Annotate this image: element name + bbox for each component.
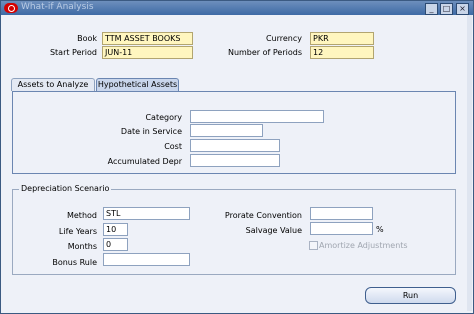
months-field[interactable]: 0: [103, 238, 128, 251]
accumulated-depr-label: Accumulated Depr: [107, 157, 182, 166]
currency-label: Currency: [265, 34, 302, 43]
life-years-label: Life Years: [58, 227, 97, 236]
accumulated-depr-field[interactable]: [190, 154, 280, 167]
prorate-convention-field[interactable]: [310, 207, 373, 220]
window-scrollbar[interactable]: [467, 15, 472, 311]
title-bar: What-if Analysis _ □ ×: [1, 1, 473, 15]
months-label: Months: [67, 242, 97, 251]
start-period-field[interactable]: JUN-11: [102, 46, 193, 59]
salvage-value-label: Salvage Value: [245, 226, 302, 235]
tab-assets-to-analyze[interactable]: Assets to Analyze: [11, 78, 95, 91]
date-in-service-field[interactable]: [190, 124, 263, 137]
bonus-rule-label: Bonus Rule: [52, 258, 97, 267]
date-in-service-label: Date in Service: [120, 127, 182, 136]
book-field[interactable]: TTM ASSET BOOKS: [102, 32, 193, 45]
prorate-convention-label: Prorate Convention: [224, 211, 302, 220]
amortize-adjustments-label: Amortize Adjustments: [319, 241, 408, 250]
amortize-adjustments-checkbox[interactable]: [309, 241, 318, 250]
book-label: Book: [77, 34, 97, 43]
number-of-periods-label: Number of Periods: [227, 48, 302, 57]
tab-hypothetical-assets[interactable]: Hypothetical Assets: [96, 78, 179, 91]
bonus-rule-field[interactable]: [103, 253, 190, 266]
close-button[interactable]: ×: [456, 3, 469, 15]
percent-sign: %: [376, 225, 384, 234]
life-years-field[interactable]: 10: [103, 223, 128, 236]
category-field[interactable]: [190, 110, 324, 123]
start-period-label: Start Period: [49, 48, 97, 57]
minimize-button[interactable]: _: [425, 3, 438, 15]
what-if-analysis-window: What-if Analysis _ □ × Book TTM ASSET BO…: [0, 0, 474, 314]
method-label: Method: [66, 211, 97, 220]
cost-label: Cost: [164, 142, 182, 151]
depreciation-scenario-title: Depreciation Scenario: [19, 184, 112, 193]
number-of-periods-field[interactable]: 12: [310, 46, 374, 59]
oracle-logo-icon: [4, 3, 18, 13]
salvage-value-field[interactable]: [310, 222, 373, 235]
window-title: What-if Analysis: [21, 2, 94, 12]
maximize-button[interactable]: □: [440, 3, 453, 15]
method-field[interactable]: STL: [103, 207, 190, 220]
category-label: Category: [145, 113, 182, 122]
run-button[interactable]: Run: [365, 287, 456, 304]
currency-field[interactable]: PKR: [310, 32, 374, 45]
cost-field[interactable]: [190, 139, 280, 152]
